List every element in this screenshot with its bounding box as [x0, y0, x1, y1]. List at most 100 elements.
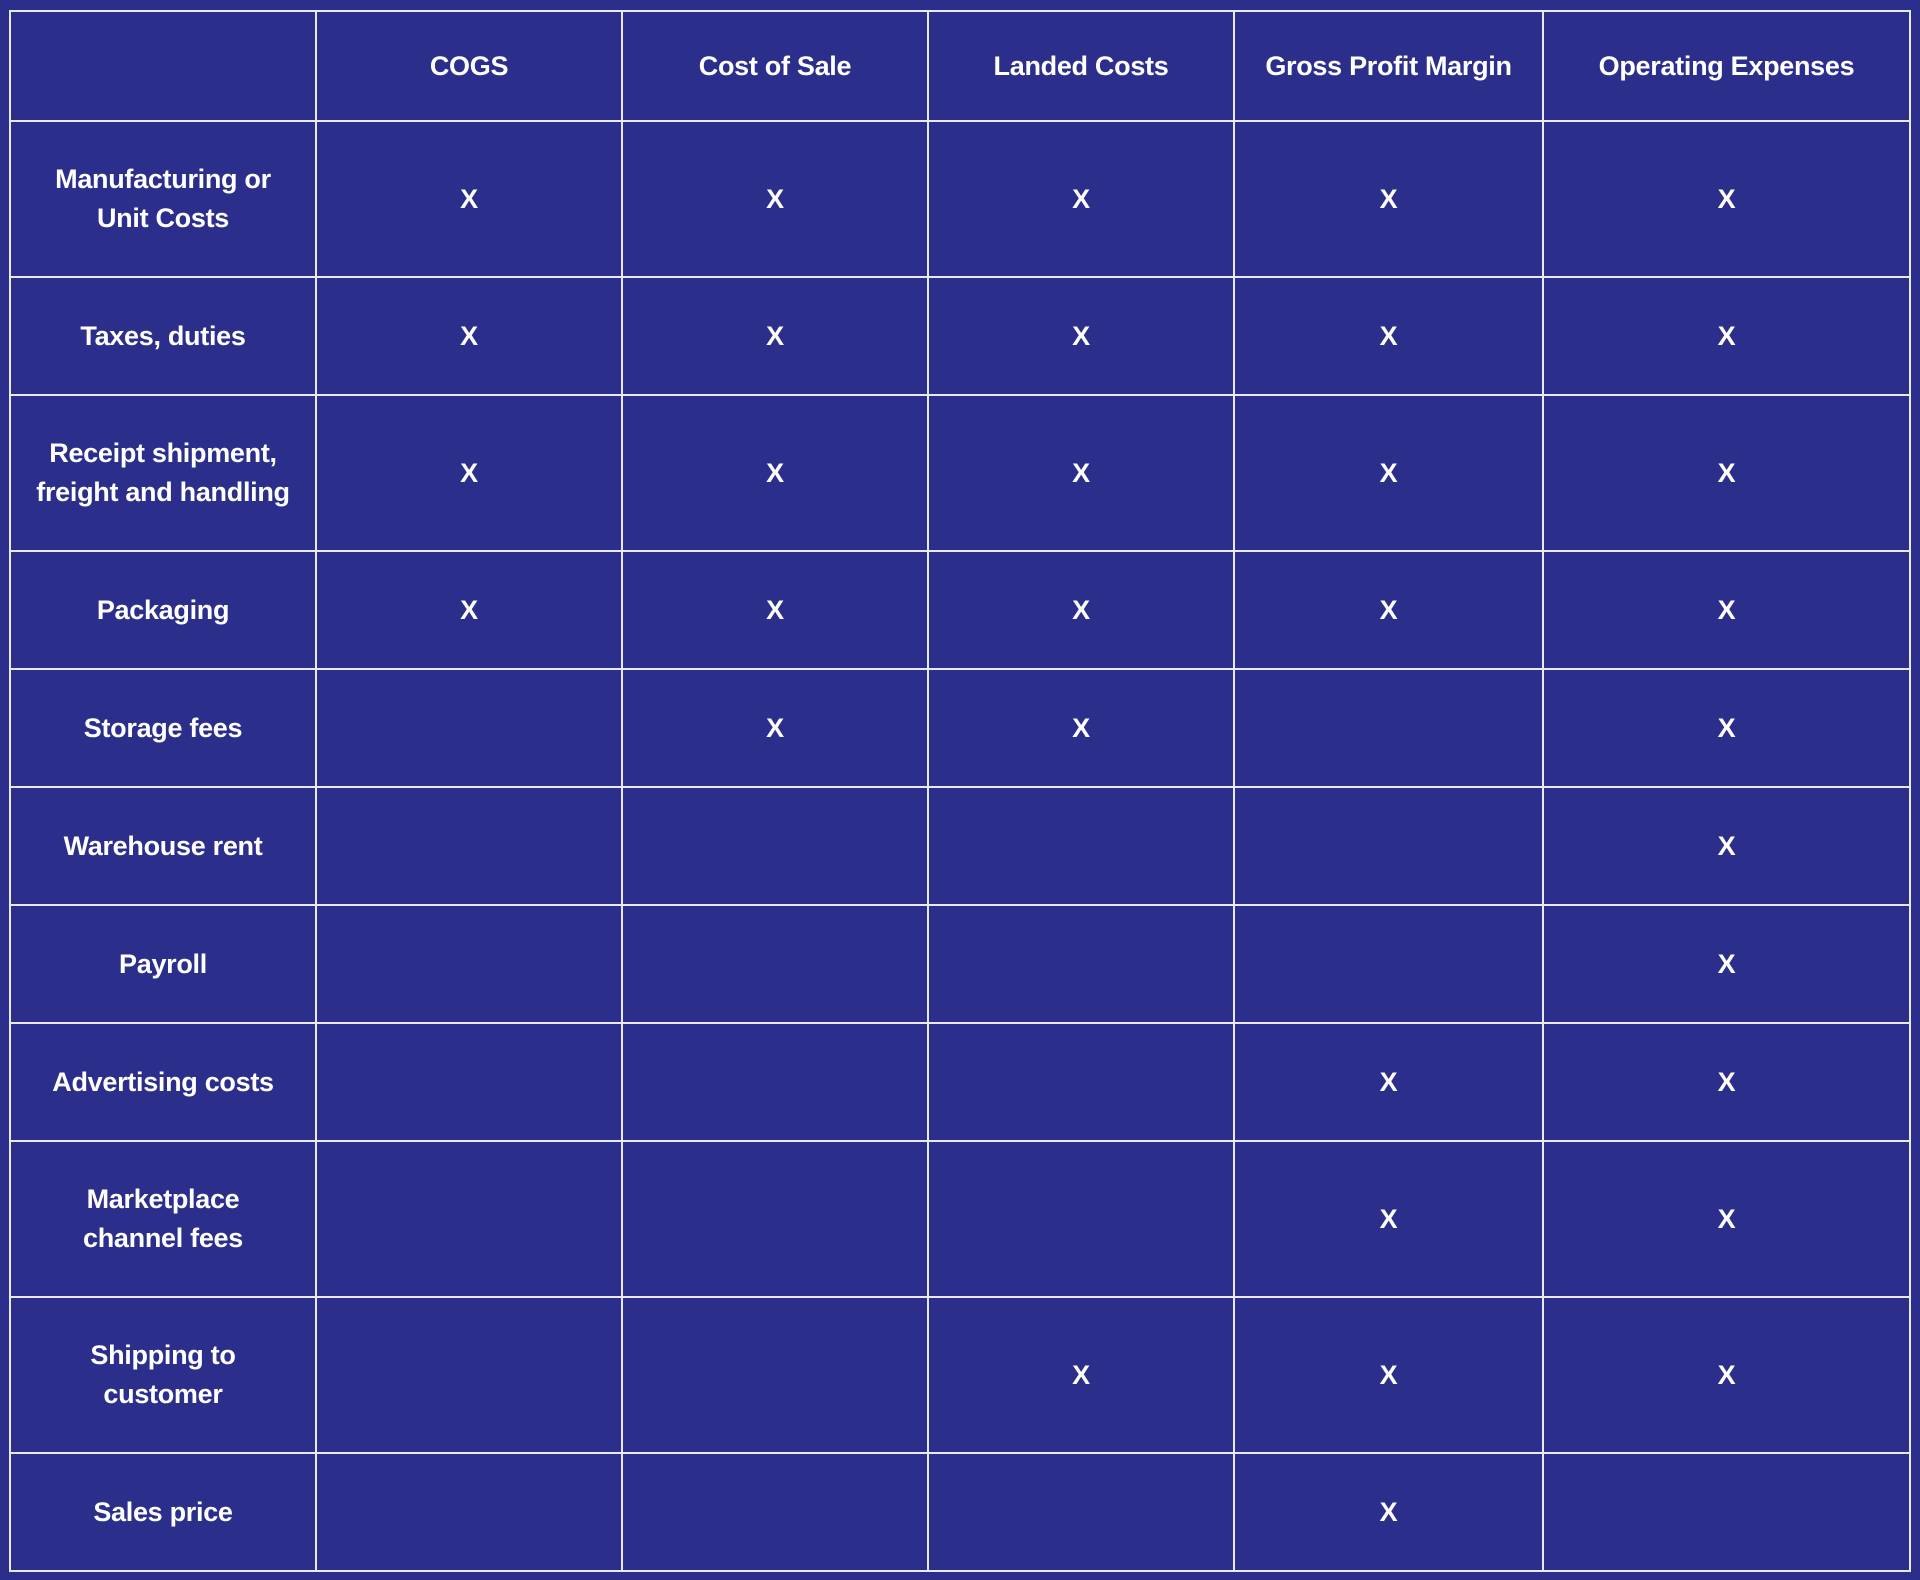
check-mark: X	[1072, 594, 1090, 625]
cell-landed-costs: X	[927, 276, 1235, 396]
cell-operating-expenses: X	[1542, 1022, 1911, 1142]
table-row: Shipping to customer X X X	[9, 1296, 1911, 1454]
row-label: Sales price	[9, 1452, 317, 1572]
check-mark: X	[1717, 594, 1736, 625]
cell-operating-expenses: X	[1542, 550, 1911, 670]
cell-operating-expenses: X	[1542, 1140, 1911, 1298]
row-label-line: Unit Costs	[96, 203, 229, 233]
check-mark: X	[1717, 320, 1736, 351]
cell-gross-profit-margin	[1233, 668, 1544, 788]
row-label: Marketplace channel fees	[9, 1140, 317, 1298]
cell-landed-costs: X	[927, 550, 1235, 670]
cell-operating-expenses: X	[1542, 904, 1911, 1024]
check-mark: X	[1717, 830, 1736, 861]
cell-operating-expenses: X	[1542, 276, 1911, 396]
cell-cogs: X	[315, 276, 623, 396]
cell-cogs	[315, 668, 623, 788]
row-label: Warehouse rent	[9, 786, 317, 906]
cell-cost-of-sale	[621, 786, 929, 906]
cell-landed-costs: X	[927, 668, 1235, 788]
row-label-line: Marketplace	[86, 1184, 240, 1214]
cell-operating-expenses: X	[1542, 120, 1911, 278]
cell-operating-expenses: X	[1542, 786, 1911, 906]
check-mark: X	[1379, 183, 1398, 214]
cell-cogs	[315, 1296, 623, 1454]
column-header-landed-costs: Landed Costs	[927, 10, 1235, 122]
corner-cell	[9, 10, 317, 122]
row-label-line: Taxes, duties	[80, 320, 246, 351]
column-header-operating-expenses: Operating Expenses	[1542, 10, 1911, 122]
cell-cost-of-sale	[621, 1022, 929, 1142]
cell-landed-costs	[927, 904, 1235, 1024]
check-mark: X	[1717, 948, 1736, 979]
check-mark: X	[1379, 594, 1398, 625]
table-row: Receipt shipment, freight and handling X X X…	[9, 394, 1911, 552]
check-mark: X	[1379, 457, 1398, 488]
check-mark: X	[1072, 183, 1090, 214]
cell-gross-profit-margin: X	[1233, 394, 1544, 552]
cell-operating-expenses: X	[1542, 394, 1911, 552]
check-mark: X	[1072, 712, 1090, 743]
cell-cogs	[315, 1140, 623, 1298]
row-label-line: Shipping to	[90, 1340, 236, 1370]
cell-landed-costs	[927, 1022, 1235, 1142]
column-header-cost-of-sale: Cost of Sale	[621, 10, 929, 122]
row-label-line: Advertising costs	[52, 1066, 274, 1097]
header-row: COGS Cost of Sale Landed Costs Gross Pro…	[9, 10, 1911, 122]
check-mark: X	[766, 712, 784, 743]
cell-landed-costs	[927, 786, 1235, 906]
cell-cost-of-sale: X	[621, 550, 929, 670]
check-mark: X	[1072, 457, 1090, 488]
check-mark: X	[1717, 1203, 1736, 1234]
row-label-line: Packaging	[96, 594, 230, 625]
cell-cogs	[315, 1022, 623, 1142]
row-label-line: Payroll	[119, 948, 207, 979]
cell-landed-costs	[927, 1452, 1235, 1572]
table-row: Taxes, duties X X X X X	[9, 276, 1911, 396]
row-label: Taxes, duties	[9, 276, 317, 396]
row-label-line: Storage fees	[83, 712, 243, 743]
cell-gross-profit-margin: X	[1233, 276, 1544, 396]
check-mark: X	[1379, 1359, 1398, 1390]
cell-operating-expenses	[1542, 1452, 1911, 1572]
cell-cogs: X	[315, 394, 623, 552]
row-label: Advertising costs	[9, 1022, 317, 1142]
cell-cost-of-sale	[621, 1140, 929, 1298]
check-mark: X	[1379, 320, 1398, 351]
cell-cogs: X	[315, 550, 623, 670]
row-label-line: Receipt shipment,	[49, 438, 277, 468]
cell-cost-of-sale: X	[621, 668, 929, 788]
row-label-line: freight and handling	[36, 477, 290, 507]
row-label: Receipt shipment, freight and handling	[9, 394, 317, 552]
cell-gross-profit-margin	[1233, 904, 1544, 1024]
check-mark: X	[1717, 712, 1736, 743]
check-mark: X	[1379, 1066, 1398, 1097]
check-mark: X	[1717, 457, 1736, 488]
cell-operating-expenses: X	[1542, 1296, 1911, 1454]
cell-gross-profit-margin: X	[1233, 1296, 1544, 1454]
cell-cost-of-sale	[621, 1452, 929, 1572]
check-mark: X	[1379, 1203, 1398, 1234]
cell-landed-costs: X	[927, 120, 1235, 278]
row-label: Payroll	[9, 904, 317, 1024]
table-row: Manufacturing or Unit Costs X X X X X	[9, 120, 1911, 278]
row-label: Shipping to customer	[9, 1296, 317, 1454]
table-row: Advertising costs X X	[9, 1022, 1911, 1142]
cell-operating-expenses: X	[1542, 668, 1911, 788]
row-label-line: Sales price	[93, 1496, 233, 1527]
row-label: Packaging	[9, 550, 317, 670]
cell-gross-profit-margin: X	[1233, 120, 1544, 278]
check-mark: X	[460, 320, 478, 351]
check-mark: X	[460, 183, 478, 214]
table-row: Packaging X X X X X	[9, 550, 1911, 670]
row-label-line: Manufacturing or	[55, 164, 271, 194]
cell-gross-profit-margin: X	[1233, 1022, 1544, 1142]
check-mark: X	[766, 320, 784, 351]
table-row: Warehouse rent X	[9, 786, 1911, 906]
cell-cost-of-sale	[621, 1296, 929, 1454]
check-mark: X	[766, 183, 784, 214]
row-label-line: customer	[103, 1379, 223, 1409]
check-mark: X	[460, 594, 478, 625]
row-label: Manufacturing or Unit Costs	[9, 120, 317, 278]
column-header-cogs: COGS	[315, 10, 623, 122]
